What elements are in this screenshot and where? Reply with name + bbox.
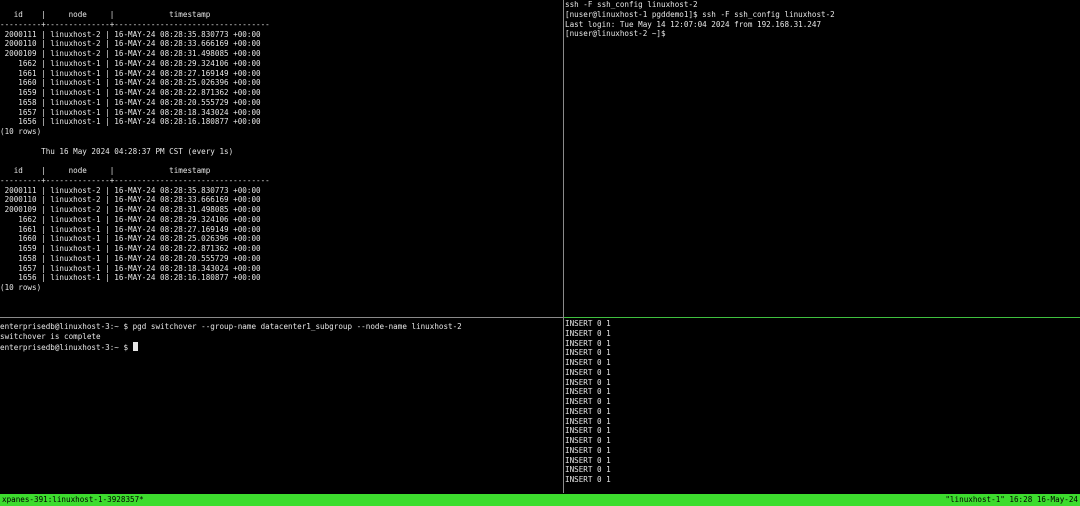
ssh-session-lines: ssh -F ssh_config linuxhost-2 [nuser@linu… [565,0,1080,39]
terminal-line: 2000111 | linuxhost-2 | 16-MAY-24 08:28:… [0,29,261,39]
shell-prompt-line[interactable]: enterprisedb@linuxhost-3:~ $ [0,341,562,352]
terminal-line: id | node | timestamp [0,166,211,175]
terminal-line: INSERT 0 1 [565,445,611,455]
terminal-line: 2000109 | linuxhost-2 | 16-MAY-24 08:28:… [0,49,261,58]
terminal-line: INSERT 0 1 [565,367,611,377]
status-host-clock: "linuxhost-1" 16:28 16-May-24 [945,495,1078,504]
terminal-line: INSERT 0 1 [565,319,611,328]
terminal-line: 1661 | linuxhost-1 | 16-MAY-24 08:28:27.… [0,68,261,78]
terminal-line: 1661 | linuxhost-1 | 16-MAY-24 08:28:27.… [0,224,261,234]
terminal-line: 1660 | linuxhost-1 | 16-MAY-24 08:28:25.… [0,234,261,244]
horizontal-pane-divider-left[interactable] [0,317,563,318]
terminal-line: 1659 | linuxhost-1 | 16-MAY-24 08:28:22.… [0,88,261,97]
terminal-line: ssh -F ssh_config linuxhost-2 [565,0,698,9]
terminal-line: [nuser@linuxhost-2 ~]$ [565,29,666,39]
terminal-line: 2000111 | linuxhost-2 | 16-MAY-24 08:28:… [0,185,261,195]
pgd-shell-lines: enterprisedb@linuxhost-3:~ $ pgd switcho… [0,319,562,342]
terminal-line: (10 rows) [0,127,42,136]
pane-top-right-ssh-session[interactable]: ssh -F ssh_config linuxhost-2 [nuser@linu… [565,0,1080,316]
terminal-line: INSERT 0 1 [565,475,611,484]
terminal-line: INSERT 0 1 [565,377,611,387]
terminal-line: Last login: Tue May 14 12:07:04 2024 fro… [565,19,822,29]
shell-prompt: enterprisedb@linuxhost-3:~ $ [0,342,133,352]
terminal-line: ---------+--------------+---------------… [0,175,270,185]
terminal-line: Thu 16 May 2024 04:28:37 PM CST (every 1… [0,146,234,156]
terminal-line: 1662 | linuxhost-1 | 16-MAY-24 08:28:29.… [0,58,261,68]
terminal-line: 1659 | linuxhost-1 | 16-MAY-24 08:28:22.… [0,244,261,253]
terminal-line: (10 rows) [0,283,42,292]
terminal-line: 1657 | linuxhost-1 | 16-MAY-24 08:28:18.… [0,107,261,117]
terminal-line: 1660 | linuxhost-1 | 16-MAY-24 08:28:25.… [0,78,261,88]
terminal-line: INSERT 0 1 [565,387,611,397]
watch-output-lines: id | node | timestamp ---------+---------… [0,0,562,293]
terminal-line: INSERT 0 1 [565,338,611,348]
terminal-line: INSERT 0 1 [565,328,611,338]
terminal-line: INSERT 0 1 [565,426,611,436]
terminal-line: INSERT 0 1 [565,416,611,426]
terminal-line: INSERT 0 1 [565,348,611,358]
terminal-line: id | node | timestamp [0,10,211,19]
terminal-line: INSERT 0 1 [565,397,611,406]
insert-log-lines: INSERT 0 1 INSERT 0 1 INSERT 0 1 INSERT 0 1… [565,319,1080,485]
terminal-line: INSERT 0 1 [565,406,611,416]
terminal-line: 1658 | linuxhost-1 | 16-MAY-24 08:28:20.… [0,97,261,107]
status-session-name[interactable]: xpanes-391:linuxhost-1-3928357* [2,494,144,506]
terminal-line: [nuser@linuxhost-1 pgddemo1]$ ssh -F ssh… [565,9,835,19]
terminal-line: INSERT 0 1 [565,358,611,367]
terminal-line: switchover is complete [0,331,101,341]
pane-top-left-watch-output[interactable]: id | node | timestamp ---------+---------… [0,0,562,316]
vertical-pane-divider[interactable] [563,0,564,493]
terminal-line: INSERT 0 1 [565,465,611,475]
terminal-line: INSERT 0 1 [565,455,611,465]
terminal-line: 2000109 | linuxhost-2 | 16-MAY-24 08:28:… [0,205,261,214]
pane-bottom-right-insert-log[interactable]: INSERT 0 1 INSERT 0 1 INSERT 0 1 INSERT 0 1… [565,319,1080,493]
terminal-line: ---------+--------------+---------------… [0,19,270,29]
terminal-cursor [132,341,138,351]
terminal-line: 1656 | linuxhost-1 | 16-MAY-24 08:28:16.… [0,273,261,283]
terminal-line: 2000110 | linuxhost-2 | 16-MAY-24 08:28:… [0,39,261,49]
terminal-line: INSERT 0 1 [565,436,611,445]
terminal-line: enterprisedb@linuxhost-3:~ $ pgd switcho… [0,322,462,331]
terminal-line: 1662 | linuxhost-1 | 16-MAY-24 08:28:29.… [0,214,261,224]
pane-bottom-left-pgd-shell[interactable]: enterprisedb@linuxhost-3:~ $ pgd switcho… [0,319,562,493]
terminal-line: 1658 | linuxhost-1 | 16-MAY-24 08:28:20.… [0,253,261,263]
horizontal-pane-divider-right-active[interactable] [564,317,1080,318]
terminal-line: 1657 | linuxhost-1 | 16-MAY-24 08:28:18.… [0,263,261,273]
terminal-line: 2000110 | linuxhost-2 | 16-MAY-24 08:28:… [0,195,261,205]
terminal-line: 1656 | linuxhost-1 | 16-MAY-24 08:28:16.… [0,117,261,127]
tmux-status-bar: xpanes-391:linuxhost-1-3928357* "linuxho… [0,494,1080,506]
